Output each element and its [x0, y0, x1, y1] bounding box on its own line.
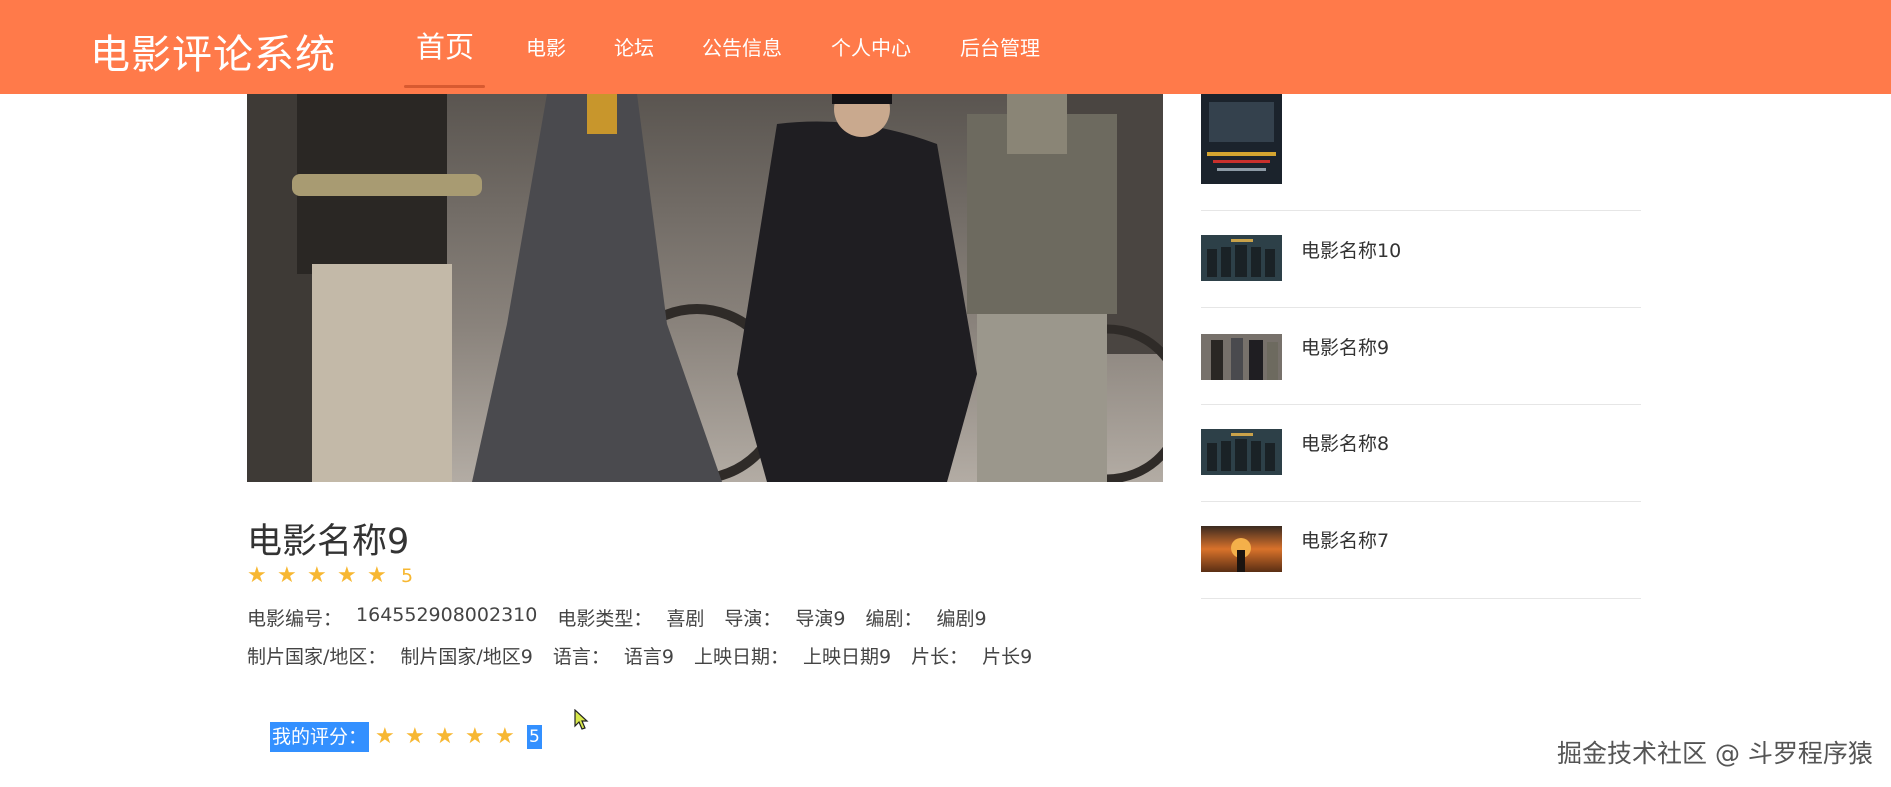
sidebar-item-name: 电影名称9 [1301, 337, 1390, 359]
movie-info-row-1: 电影编号： 164552908002310 电影类型： 喜剧 导演： 导演9 编… [247, 604, 1007, 631]
info-label: 电影编号： [247, 608, 343, 630]
sidebar-item-name: 电影名称7 [1301, 530, 1390, 552]
star-icon[interactable]: ★ [375, 723, 405, 751]
info-label: 上映日期： [694, 646, 790, 668]
star-icon: ★ [247, 563, 267, 588]
nav-item-forum[interactable]: 论坛 [614, 32, 654, 61]
movie-thumbnail[interactable] [1201, 94, 1282, 184]
sidebar-item[interactable]: 电影名称8 [1201, 405, 1641, 501]
nav-item-announcements[interactable]: 公告信息 [702, 32, 782, 61]
info-country: 制片国家/地区： 制片国家/地区9 [247, 642, 533, 669]
movie-thumbnail [1201, 429, 1282, 475]
info-label: 电影类型： [557, 608, 653, 630]
info-label: 导演： [724, 608, 782, 630]
sidebar-item[interactable]: 电影名称10 [1201, 211, 1641, 307]
my-rating-label: 我的评分： [270, 722, 370, 752]
info-value: 导演9 [795, 608, 846, 630]
info-movie-type: 电影类型： 喜剧 [557, 604, 704, 631]
info-value: 164552908002310 [356, 604, 538, 626]
movie-thumbnail [1201, 235, 1282, 281]
nav-item-movies[interactable]: 电影 [526, 32, 566, 61]
info-value: 喜剧 [666, 608, 705, 630]
info-label: 语言： [552, 646, 610, 668]
info-duration: 片长： 片长9 [911, 642, 1032, 669]
info-language: 语言： 语言9 [553, 642, 674, 669]
info-label: 编剧： [865, 608, 923, 630]
nav-item-admin[interactable]: 后台管理 [960, 32, 1040, 61]
watermark: 掘金技术社区 @ 斗罗程序猿 [1557, 739, 1873, 768]
my-rating-stars: ★ ★ ★ ★ ★ [375, 723, 525, 751]
sidebar-item-name: 电影名称8 [1301, 433, 1390, 455]
info-director: 导演： 导演9 [724, 604, 845, 631]
info-value: 上映日期9 [803, 646, 892, 668]
info-release-date: 上映日期： 上映日期9 [694, 642, 891, 669]
info-label: 片长： [911, 646, 969, 668]
info-value: 制片国家/地区9 [400, 646, 533, 668]
rating-value: 5 [401, 565, 414, 587]
movie-rating: ★ ★ ★ ★ ★ 5 [247, 562, 413, 590]
info-value: 编剧9 [936, 608, 987, 630]
info-screenwriter: 编剧： 编剧9 [865, 604, 986, 631]
nav-item-personal-center[interactable]: 个人中心 [831, 32, 911, 61]
star-icon[interactable]: ★ [435, 723, 465, 751]
info-value: 语言9 [623, 646, 675, 668]
info-movie-id: 电影编号： 164552908002310 [247, 604, 537, 631]
my-rating: 我的评分： ★ ★ ★ ★ ★ 5 [270, 722, 542, 752]
sidebar-item[interactable]: 电影名称7 [1201, 502, 1641, 598]
top-navbar: 电影评论系统 首页 电影 论坛 公告信息 个人中心 后台管理 [0, 0, 1891, 94]
my-rating-value: 5 [527, 725, 542, 749]
site-brand[interactable]: 电影评论系统 [90, 22, 336, 80]
mouse-cursor-icon [574, 709, 589, 730]
info-label: 制片国家/地区： [247, 646, 387, 668]
info-value: 片长9 [982, 646, 1033, 668]
active-nav-underline [404, 85, 485, 88]
star-icon[interactable]: ★ [465, 723, 495, 751]
nav-item-home[interactable]: 首页 [416, 24, 474, 66]
star-icon: ★ [337, 563, 357, 588]
star-icon[interactable]: ★ [495, 723, 525, 751]
sidebar-item-name: 电影名称10 [1301, 240, 1402, 262]
movie-info-row-2: 制片国家/地区： 制片国家/地区9 语言： 语言9 上映日期： 上映日期9 片长… [247, 642, 1052, 669]
sidebar-divider [1201, 598, 1641, 599]
movie-title: 电影名称9 [247, 522, 410, 562]
star-icon: ★ [367, 563, 387, 588]
movie-thumbnail [1201, 526, 1282, 572]
sidebar-item[interactable]: 电影名称9 [1201, 308, 1641, 404]
star-icon[interactable]: ★ [405, 723, 435, 751]
movie-thumbnail [1201, 334, 1282, 380]
star-icon: ★ [307, 563, 327, 588]
movie-poster [247, 94, 1163, 482]
star-icon: ★ [277, 563, 297, 588]
